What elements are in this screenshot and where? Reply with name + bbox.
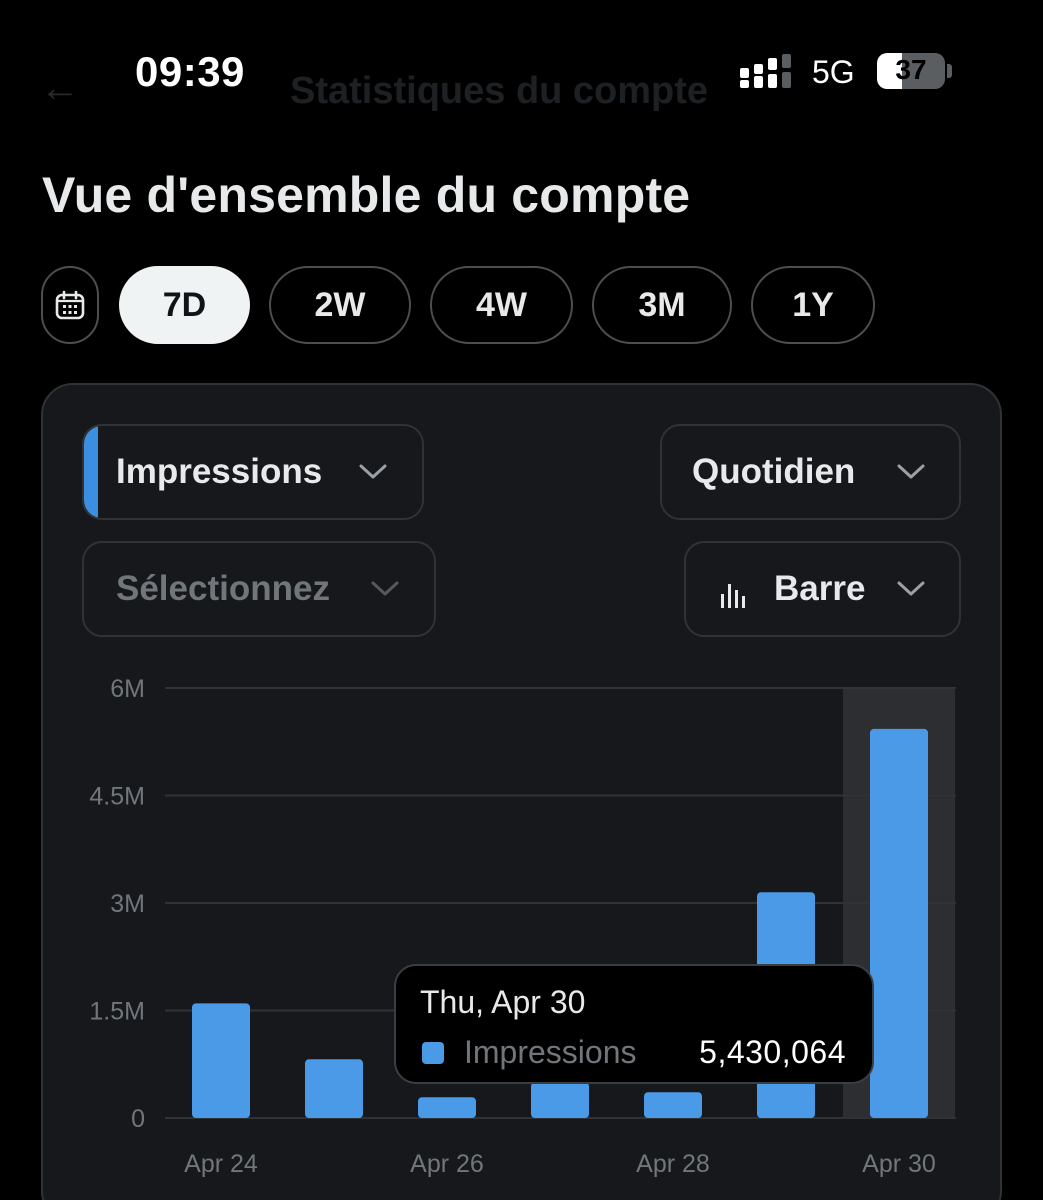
x-tick-label: Apr 26 xyxy=(410,1150,484,1178)
bar-apr-26 xyxy=(418,1097,476,1118)
y-tick-label: 1.5M xyxy=(89,998,145,1026)
y-tick-label: 0 xyxy=(131,1105,145,1133)
x-tick-label: Apr 28 xyxy=(636,1150,710,1178)
bar-apr-30 xyxy=(870,728,928,1118)
tooltip-series-swatch xyxy=(422,1042,444,1064)
tooltip-value: 5,430,064 xyxy=(699,1034,846,1070)
chart-tooltip: Thu, Apr 30 Impressions 5,430,064 xyxy=(394,964,874,1084)
bar-apr-24 xyxy=(192,1003,250,1118)
y-tick-label: 6M xyxy=(110,675,145,703)
bar-apr-27 xyxy=(531,1082,589,1118)
x-tick-label: Apr 24 xyxy=(184,1150,258,1178)
bar-apr-28 xyxy=(644,1092,702,1118)
y-tick-label: 4.5M xyxy=(89,783,145,811)
bar-apr-25 xyxy=(305,1059,363,1118)
tooltip-series-name: Impressions xyxy=(464,1034,637,1070)
x-tick-label: Apr 30 xyxy=(862,1150,936,1178)
tooltip-date: Thu, Apr 30 xyxy=(420,984,586,1020)
y-tick-label: 3M xyxy=(110,890,145,918)
